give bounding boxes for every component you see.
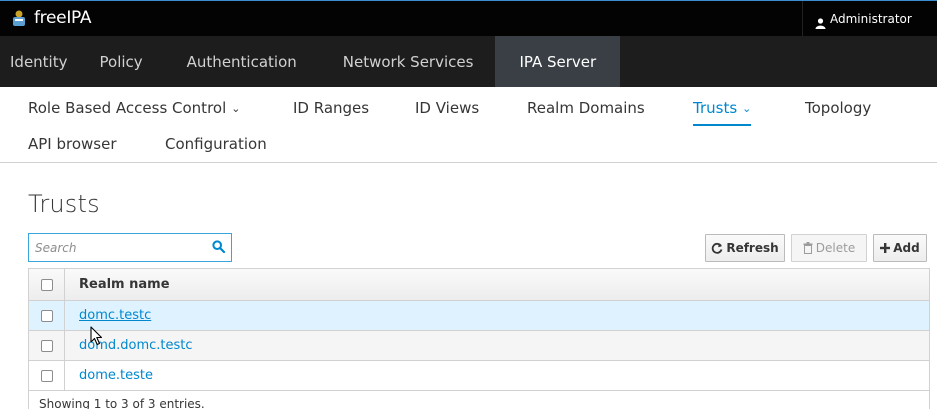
- subnav-role-based-access-control[interactable]: Role Based Access Control ⌄: [28, 97, 240, 121]
- brand[interactable]: freeIPA: [10, 8, 92, 28]
- row-checkbox[interactable]: [40, 369, 53, 382]
- freeipa-logo-icon: [10, 9, 28, 27]
- tab-network-services[interactable]: Network Services: [323, 36, 496, 87]
- brand-name: freeIPA: [34, 8, 92, 28]
- row-checkbox-cell: [29, 301, 65, 330]
- subnav-trusts[interactable]: Trusts ⌄: [693, 97, 752, 126]
- row-checkbox-cell: [29, 361, 65, 390]
- trash-icon: [803, 242, 813, 254]
- refresh-button[interactable]: Refresh: [705, 234, 785, 262]
- search-box: [28, 233, 232, 262]
- delete-label: Delete: [815, 241, 856, 255]
- search-button[interactable]: [205, 234, 231, 261]
- trusts-table: Realm name domc.testc domd.domc.testc do…: [28, 268, 930, 391]
- page-title: Trusts: [28, 190, 100, 218]
- table-row[interactable]: dome.teste: [29, 361, 929, 391]
- table-row[interactable]: domc.testc: [29, 301, 929, 331]
- row-checkbox[interactable]: [40, 339, 53, 352]
- refresh-label: Refresh: [726, 241, 779, 255]
- mouse-cursor-icon: [90, 326, 104, 350]
- subnav-label: Role Based Access Control: [28, 99, 227, 117]
- realm-link[interactable]: domc.testc: [65, 308, 151, 323]
- masthead: freeIPA Administrator: [0, 0, 937, 37]
- secondary-nav: Role Based Access Control ⌄ ID Ranges ID …: [0, 87, 937, 163]
- realm-link[interactable]: domd.domc.testc: [65, 338, 193, 353]
- refresh-icon: [711, 242, 723, 254]
- select-all-checkbox[interactable]: [40, 278, 53, 291]
- user-name: Administrator: [830, 12, 912, 26]
- add-label: Add: [893, 241, 920, 255]
- search-icon: [211, 238, 225, 257]
- column-header-realm-name[interactable]: Realm name: [65, 277, 170, 292]
- subnav-id-views[interactable]: ID Views: [415, 97, 479, 119]
- subnav-realm-domains[interactable]: Realm Domains: [527, 97, 645, 119]
- select-all-cell: [29, 269, 65, 300]
- tab-identity[interactable]: Identity: [0, 36, 94, 87]
- subnav-api-browser[interactable]: API browser: [28, 133, 117, 155]
- search-input[interactable]: [29, 234, 205, 261]
- subnav-id-ranges[interactable]: ID Ranges: [293, 97, 369, 119]
- row-checkbox-cell: [29, 331, 65, 360]
- tab-authentication[interactable]: Authentication: [169, 36, 323, 87]
- subnav-configuration[interactable]: Configuration: [165, 133, 267, 155]
- subnav-label: Trusts: [693, 99, 738, 117]
- add-button[interactable]: Add: [873, 234, 927, 262]
- plus-icon: [880, 243, 891, 253]
- user-icon: [815, 14, 826, 29]
- chevron-down-icon: ⌄: [742, 102, 752, 115]
- user-menu[interactable]: Administrator: [802, 1, 937, 37]
- realm-link[interactable]: dome.teste: [65, 368, 153, 383]
- delete-button[interactable]: Delete: [791, 234, 867, 262]
- tab-ipa-server[interactable]: IPA Server: [495, 36, 621, 87]
- table-header: Realm name: [29, 269, 929, 301]
- table-row[interactable]: domd.domc.testc: [29, 331, 929, 361]
- tab-policy[interactable]: Policy: [94, 36, 169, 87]
- subnav-topology[interactable]: Topology: [805, 97, 871, 119]
- pagination-summary: Showing 1 to 3 of 3 entries.: [28, 390, 930, 409]
- primary-nav: Identity Policy Authentication Network S…: [0, 36, 937, 87]
- row-checkbox[interactable]: [40, 309, 53, 322]
- chevron-down-icon: ⌄: [231, 102, 241, 115]
